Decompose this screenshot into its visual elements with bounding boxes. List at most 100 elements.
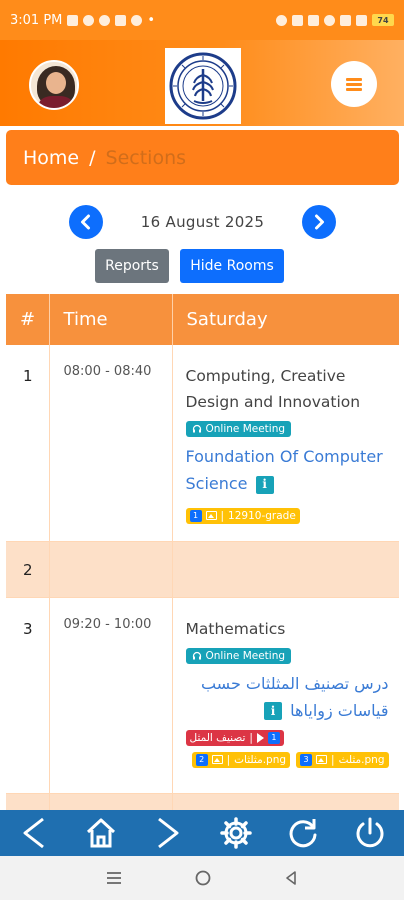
- image-icon: [211, 755, 223, 764]
- power-icon: [356, 817, 384, 848]
- breadcrumb: Home / Sections: [6, 130, 399, 185]
- period-time: 08:00 - 08:40: [49, 345, 173, 542]
- sync-icon: [131, 14, 143, 26]
- bluetooth-icon: [292, 14, 303, 26]
- home-icon: [86, 818, 116, 848]
- logo-emblem-icon: [169, 52, 237, 120]
- chevron-right-icon: [315, 214, 324, 230]
- attachment-label: 12910-grade: [228, 509, 296, 522]
- bottom-toolbar: [0, 810, 404, 856]
- headset-icon: [192, 424, 201, 433]
- signal-icon: [340, 14, 351, 26]
- period-time: [49, 541, 173, 598]
- lesson-title[interactable]: درس تصنيف المثلثات حسب قياسات زواياها: [201, 674, 389, 720]
- settings-icon: [219, 817, 252, 849]
- vibrate-icon: [308, 14, 319, 26]
- breadcrumb-current: Sections: [105, 146, 187, 169]
- headset-icon: [192, 651, 201, 659]
- alarm-icon: [276, 14, 287, 26]
- attachment-separator: |: [249, 731, 253, 744]
- attachment-badge[interactable]: 2 | مثلثات.png: [191, 751, 291, 768]
- back-button[interactable]: [14, 813, 54, 853]
- status-bar: 3:01 PM • 74: [0, 0, 404, 40]
- info-icon[interactable]: i: [255, 475, 274, 494]
- course-name: Mathematics: [185, 619, 286, 638]
- signal-icon-2: [356, 14, 367, 26]
- info-icon[interactable]: i: [264, 702, 283, 720]
- forward-icon: [158, 817, 179, 849]
- system-navigation-bar: [0, 856, 404, 900]
- image-icon: [316, 755, 328, 764]
- settings-button[interactable]: [216, 813, 256, 853]
- system-home-icon[interactable]: [194, 869, 212, 887]
- forward-button[interactable]: [148, 813, 188, 853]
- menu-button[interactable]: [331, 61, 377, 107]
- attachment-label: مثلثات.png: [234, 753, 287, 766]
- breadcrumb-home[interactable]: Home: [23, 147, 79, 169]
- more-notifications-icon: •: [147, 12, 156, 28]
- lesson-link[interactable]: Foundation Of Computer Science i: [186, 443, 389, 497]
- video-badge-row: تصنيف المثل | 1: [185, 729, 389, 752]
- current-date: 16 August 2025: [140, 213, 265, 231]
- column-header-number: #: [6, 294, 50, 345]
- avatar[interactable]: [29, 60, 79, 110]
- status-time: 3:01 PM: [10, 12, 63, 28]
- attachment-badge[interactable]: 1 | 12910-grade: [185, 507, 300, 524]
- app-header: [0, 40, 404, 126]
- video-count: 1: [267, 731, 280, 744]
- attachment-badge-row: 2 | مثلثات.png 3 | مثلث.png: [186, 751, 389, 774]
- table-row: 3 09:20 - 10:00 Mathematics Online Meeti…: [6, 597, 399, 794]
- table-row: 1 08:00 - 08:40 Computing, Creative Desi…: [6, 345, 399, 542]
- school-logo[interactable]: [165, 48, 241, 124]
- video-label: تصنيف المثل: [189, 731, 246, 744]
- period-number: 2: [6, 541, 50, 598]
- wifi-icon: [324, 14, 335, 26]
- timetable[interactable]: # Time Saturday 1 08:00 - 08:40 Computin…: [6, 294, 399, 810]
- online-meeting-badge[interactable]: Online Meeting: [185, 421, 292, 437]
- play-icon: [256, 732, 264, 743]
- telegram-icon: [83, 14, 95, 26]
- online-meeting-label: Online Meeting: [205, 423, 286, 435]
- battery-icon: 74: [372, 14, 394, 26]
- reports-button[interactable]: Reports: [95, 249, 169, 283]
- attachment-badge[interactable]: 3 | مثلث.png: [296, 751, 389, 768]
- lesson-title[interactable]: Foundation Of Computer Science: [186, 447, 383, 493]
- online-meeting-badge[interactable]: Online Meeting: [185, 647, 292, 664]
- attachment-count: 1: [189, 509, 202, 522]
- table-row: 2: [6, 541, 399, 598]
- column-header-time: Time: [49, 294, 173, 345]
- period-number: 3: [6, 597, 50, 794]
- video-badge[interactable]: تصنيف المثل | 1: [185, 729, 284, 746]
- attachment-label: مثلث.png: [338, 753, 385, 766]
- lesson-link[interactable]: درس تصنيف المثلثات حسب قياسات زواياها i: [186, 670, 389, 724]
- image-icon: [205, 511, 217, 520]
- period-content: [172, 541, 399, 598]
- previous-day-button[interactable]: [69, 205, 103, 239]
- recent-apps-icon[interactable]: [105, 870, 123, 886]
- breadcrumb-separator: /: [89, 146, 96, 169]
- attachment-count: 2: [195, 753, 208, 766]
- column-header-day: Saturday: [172, 294, 399, 345]
- message-icon: [115, 14, 127, 26]
- course-name: Computing, Creative Design and Innovatio…: [185, 367, 361, 411]
- attachment-separator: |: [226, 753, 231, 766]
- attachment-separator: |: [220, 509, 225, 522]
- period-number: 1: [6, 345, 50, 542]
- period-content: Computing, Creative Design and Innovatio…: [172, 345, 399, 542]
- hide-rooms-button[interactable]: Hide Rooms: [180, 249, 284, 283]
- period-content: Mathematics Online Meeting درس تصنيف الم…: [172, 597, 399, 794]
- home-button[interactable]: [81, 813, 121, 853]
- hamburger-icon: [346, 77, 362, 91]
- system-back-icon[interactable]: [283, 870, 299, 886]
- notification-icon: [67, 14, 79, 26]
- attachment-count: 3: [300, 753, 313, 766]
- power-button[interactable]: [350, 813, 390, 853]
- chevron-left-icon: [81, 214, 90, 230]
- online-meeting-label: Online Meeting: [205, 649, 286, 662]
- next-day-button[interactable]: [302, 205, 336, 239]
- refresh-icon: [289, 819, 317, 848]
- refresh-button[interactable]: [283, 813, 323, 853]
- period-time: 09:20 - 10:00: [49, 597, 173, 794]
- whatsapp-icon: [99, 14, 111, 26]
- attachment-separator: |: [331, 753, 335, 766]
